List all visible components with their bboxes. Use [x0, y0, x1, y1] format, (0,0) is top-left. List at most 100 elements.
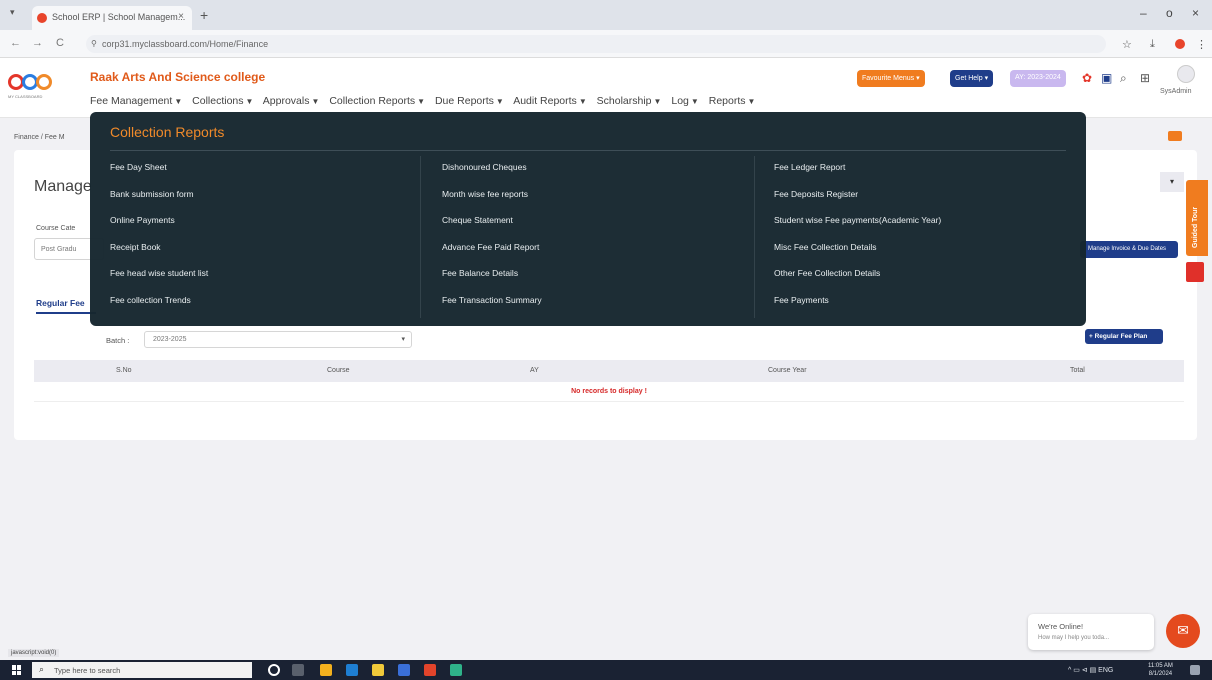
table-header: S.No Course AY Course Year Total	[34, 360, 1184, 382]
course-category-label: Course Cate	[36, 225, 76, 232]
menu-fee-management[interactable]: Fee Management ▼	[90, 95, 182, 107]
back-arrow-icon[interactable]: ←	[10, 37, 21, 49]
url-field[interactable]: ⚲ corp31.myclassboard.com/Home/Finance	[86, 35, 1106, 53]
report-link-fee-payments[interactable]: Fee Payments	[774, 289, 941, 316]
report-link-student-wise-fee-payments[interactable]: Student wise Fee payments(Academic Year)	[774, 209, 941, 236]
chevron-down-icon: ▼	[245, 97, 254, 106]
search-icon[interactable]: ⌕	[1120, 71, 1127, 86]
menu-collection-reports[interactable]: Collection Reports ▼	[329, 95, 425, 107]
collection-reports-dropdown: Collection Reports Fee Day Sheet Bank su…	[90, 112, 1086, 326]
url-text: corp31.myclassboard.com/Home/Finance	[102, 39, 269, 49]
taskbar-search-box[interactable]: ⌕ Type here to search	[32, 662, 252, 678]
user-avatar[interactable]	[1177, 65, 1195, 83]
site-info-icon[interactable]: ⚲	[91, 39, 97, 48]
menu-scholarship[interactable]: Scholarship ▼	[597, 95, 662, 107]
forward-arrow-icon[interactable]: →	[32, 37, 43, 49]
report-link-fee-ledger-report[interactable]: Fee Ledger Report	[774, 156, 941, 183]
menu-reports[interactable]: Reports ▼	[709, 95, 756, 107]
chat-greeting-text: How may I help you toda...	[1038, 635, 1110, 641]
report-link-cheque-statement[interactable]: Cheque Statement	[442, 209, 542, 236]
manage-invoice-due-dates-button[interactable]: Manage Invoice & Due Dates	[1080, 241, 1178, 258]
store-icon[interactable]	[398, 664, 410, 676]
report-link-fee-balance-details[interactable]: Fee Balance Details	[442, 262, 542, 289]
breadcrumb[interactable]: Finance / Fee M	[14, 134, 65, 141]
myclassboard-logo[interactable]: MY CLASSBOARD	[8, 74, 64, 102]
report-link-misc-fee-collection-details[interactable]: Misc Fee Collection Details	[774, 236, 941, 263]
notifications-icon[interactable]	[1190, 665, 1200, 675]
guided-tour-tab[interactable]: Guided Tour	[1186, 180, 1208, 256]
column-total[interactable]: Total	[1070, 367, 1085, 374]
user-name: SysAdmin	[1160, 88, 1192, 95]
edge-icon[interactable]	[346, 664, 358, 676]
browser-tab[interactable]: School ERP | School Managem... ×	[32, 6, 192, 30]
chevron-down-icon: ▼	[311, 97, 320, 106]
gift-icon[interactable]: ✿	[1082, 71, 1092, 85]
column-sno[interactable]: S.No	[116, 367, 132, 374]
column-course[interactable]: Course	[327, 367, 350, 374]
app-icon[interactable]	[450, 664, 462, 676]
address-bar-row: ← → C ⚲ corp31.myclassboard.com/Home/Fin…	[0, 30, 1212, 58]
report-link-fee-deposits-register[interactable]: Fee Deposits Register	[774, 183, 941, 210]
batch-select[interactable]: 2023-2025 ▾	[144, 331, 412, 348]
chat-icon[interactable]: ✉	[1166, 614, 1200, 648]
column-course-year[interactable]: Course Year	[768, 367, 807, 374]
close-window-button[interactable]: ×	[1192, 6, 1199, 20]
reload-icon[interactable]: C	[56, 37, 64, 49]
report-link-fee-head-wise-student-list[interactable]: Fee head wise student list	[110, 262, 208, 289]
menu-due-reports[interactable]: Due Reports ▼	[435, 95, 504, 107]
windows-start-icon[interactable]	[12, 665, 22, 675]
taskbar-clock[interactable]: 11:05 AM 8/1/2024	[1148, 662, 1173, 678]
maximize-button[interactable]: o	[1166, 6, 1173, 20]
options-dropdown[interactable]: ▾	[1160, 172, 1184, 192]
tab-regular-fee[interactable]: Regular Fee	[36, 298, 85, 308]
browser-tab-bar: ▾ School ERP | School Managem... × + – o…	[0, 0, 1212, 30]
report-link-month-wise-fee-reports[interactable]: Month wise fee reports	[442, 183, 542, 210]
tray-language: ENG	[1098, 667, 1114, 674]
report-link-fee-day-sheet[interactable]: Fee Day Sheet	[110, 156, 208, 183]
profile-icon[interactable]	[1175, 39, 1185, 49]
report-link-bank-submission-form[interactable]: Bank submission form	[110, 183, 208, 210]
menu-log[interactable]: Log ▼	[671, 95, 698, 107]
regular-fee-plan-button[interactable]: + Regular Fee Plan	[1085, 329, 1163, 344]
video-camera-icon[interactable]	[1168, 131, 1182, 141]
download-icon[interactable]: ⤓	[1150, 38, 1155, 51]
menu-approvals[interactable]: Approvals ▼	[263, 95, 320, 107]
app-icon[interactable]	[424, 664, 436, 676]
video-tutorial-icon[interactable]: ▣	[1101, 71, 1112, 85]
report-link-fee-collection-trends[interactable]: Fee collection Trends	[110, 289, 208, 316]
report-link-fee-transaction-summary[interactable]: Fee Transaction Summary	[442, 289, 542, 316]
system-tray[interactable]: ^ ▭ ⊲ ▤ ENG	[1068, 666, 1113, 674]
cortana-icon[interactable]	[268, 664, 280, 676]
report-link-online-payments[interactable]: Online Payments	[110, 209, 208, 236]
tab-title: School ERP | School Managem...	[52, 12, 186, 22]
get-help-button[interactable]: Get Help ▾	[950, 70, 994, 87]
column-ay[interactable]: AY	[530, 367, 539, 374]
browser-menu-icon[interactable]: ⋮	[1196, 38, 1207, 51]
report-link-other-fee-collection-details[interactable]: Other Fee Collection Details	[774, 262, 941, 289]
apps-grid-icon[interactable]: ⊞	[1140, 71, 1150, 85]
menu-audit-reports[interactable]: Audit Reports ▼	[513, 95, 587, 107]
report-link-advance-fee-paid-report[interactable]: Advance Fee Paid Report	[442, 236, 542, 263]
column-divider	[420, 156, 421, 318]
college-name: Raak Arts And Science college	[90, 70, 266, 84]
tab-close-icon[interactable]: ×	[178, 11, 184, 22]
tab-list-icon[interactable]: ▾	[10, 7, 15, 18]
windows-taskbar: ⌕ Type here to search ^ ▭ ⊲ ▤ ENG 11:05 …	[0, 660, 1212, 680]
report-link-dishonoured-cheques[interactable]: Dishonoured Cheques	[442, 156, 542, 183]
academic-year-selector[interactable]: AY: 2023-2024	[1010, 70, 1066, 87]
chat-greeting[interactable]: We're Online! How may I help you toda...	[1028, 614, 1154, 650]
favourite-menus-button[interactable]: Favourite Menus ▾	[857, 70, 925, 87]
search-icon: ⌕	[39, 664, 45, 674]
menu-collections[interactable]: Collections ▼	[192, 95, 253, 107]
file-explorer-icon[interactable]	[372, 664, 384, 676]
bookmark-star-icon[interactable]: ☆	[1122, 38, 1132, 51]
notification-tab[interactable]	[1186, 262, 1204, 282]
new-tab-button[interactable]: +	[200, 7, 208, 23]
dropdown-divider	[110, 150, 1066, 151]
task-view-icon[interactable]	[292, 664, 304, 676]
column-divider	[754, 156, 755, 318]
minimize-button[interactable]: –	[1140, 6, 1147, 20]
chrome-icon[interactable]	[320, 664, 332, 676]
chevron-down-icon: ▼	[747, 97, 756, 106]
report-link-receipt-book[interactable]: Receipt Book	[110, 236, 208, 263]
